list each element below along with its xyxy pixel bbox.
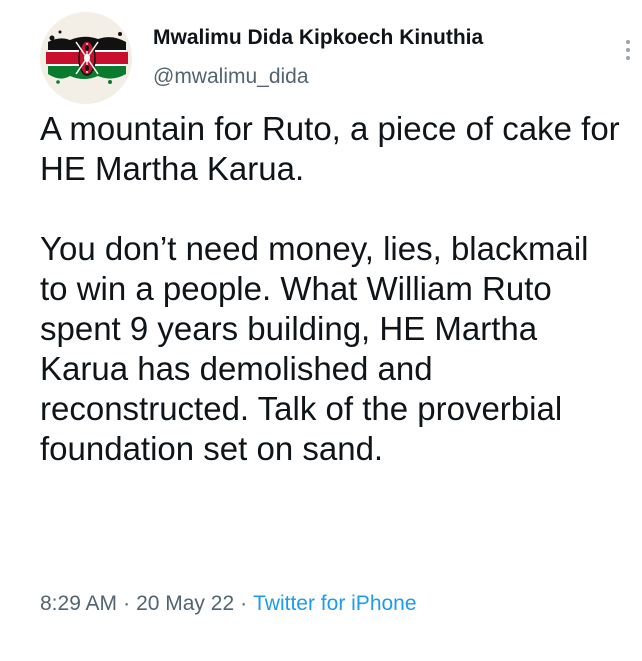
tweet-date[interactable]: 20 May 22 (136, 592, 234, 615)
tweet-card: Mwalimu Dida Kipkoech Kinuthia @mwalimu_… (0, 0, 642, 661)
kenyan-flag-avatar-icon (40, 12, 132, 104)
meta-separator: · (240, 592, 248, 615)
avatar[interactable] (40, 12, 132, 104)
tweet-paragraph: A mountain for Ruto, a piece of cake for… (40, 110, 620, 187)
tweet-source-link[interactable]: Twitter for iPhone (253, 592, 416, 615)
tweet-header: Mwalimu Dida Kipkoech Kinuthia @mwalimu_… (40, 12, 630, 104)
author-handle[interactable]: @mwalimu_dida (153, 65, 309, 89)
tweet-metadata: 8:29 AM · 20 May 22 · Twitter for iPhone (40, 592, 417, 616)
meta-separator: · (123, 592, 131, 615)
tweet-text: A mountain for Ruto, a piece of cake for… (40, 109, 620, 469)
more-options-icon[interactable] (620, 40, 636, 68)
tweet-time[interactable]: 8:29 AM (40, 592, 117, 615)
author-name[interactable]: Mwalimu Dida Kipkoech Kinuthia (153, 26, 483, 50)
tweet-paragraph: You don’t need money, lies, blackmail to… (40, 230, 589, 467)
